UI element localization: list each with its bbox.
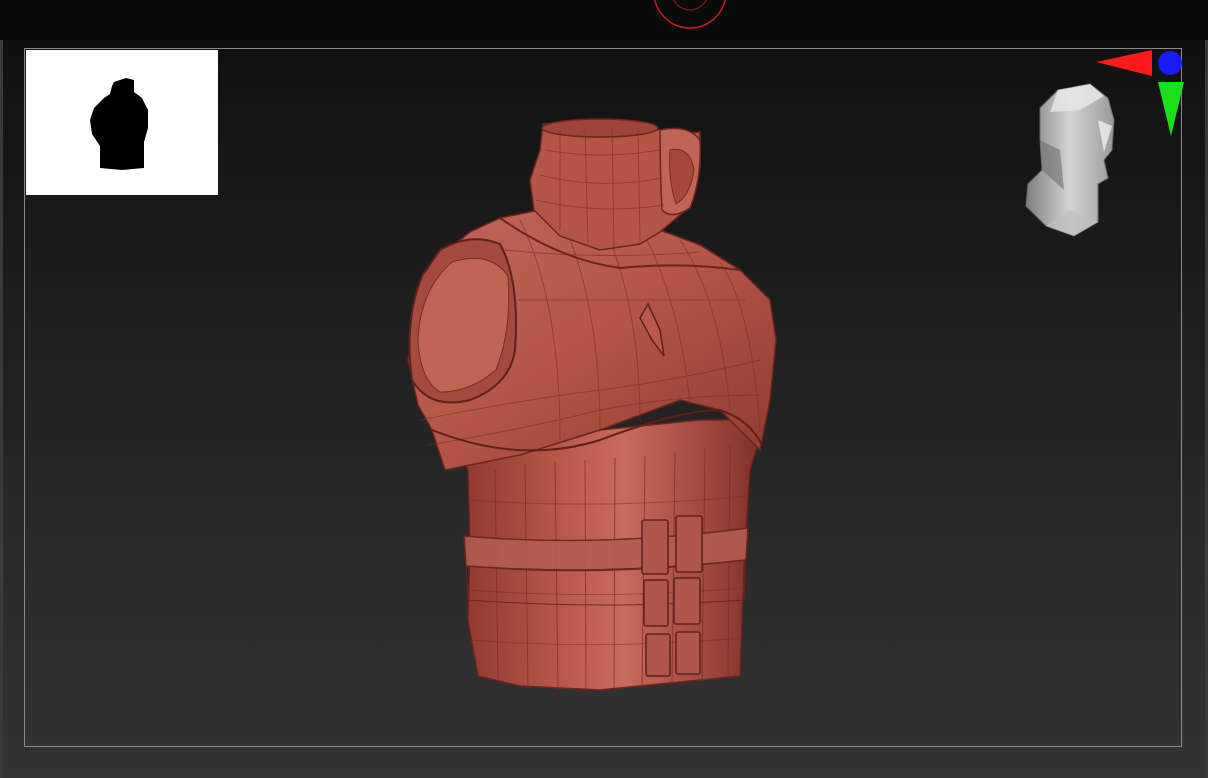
head-icon[interactable]	[1025, 83, 1115, 237]
x-axis-arrow	[1096, 50, 1152, 76]
torso-mesh[interactable]	[448, 419, 767, 691]
y-axis-arrow	[1158, 82, 1184, 136]
zbrush-viewport-app	[0, 0, 1208, 778]
z-axis-dot	[1158, 51, 1182, 75]
sculpt-scene	[407, 50, 1184, 691]
collar-mesh[interactable]	[529, 118, 702, 251]
